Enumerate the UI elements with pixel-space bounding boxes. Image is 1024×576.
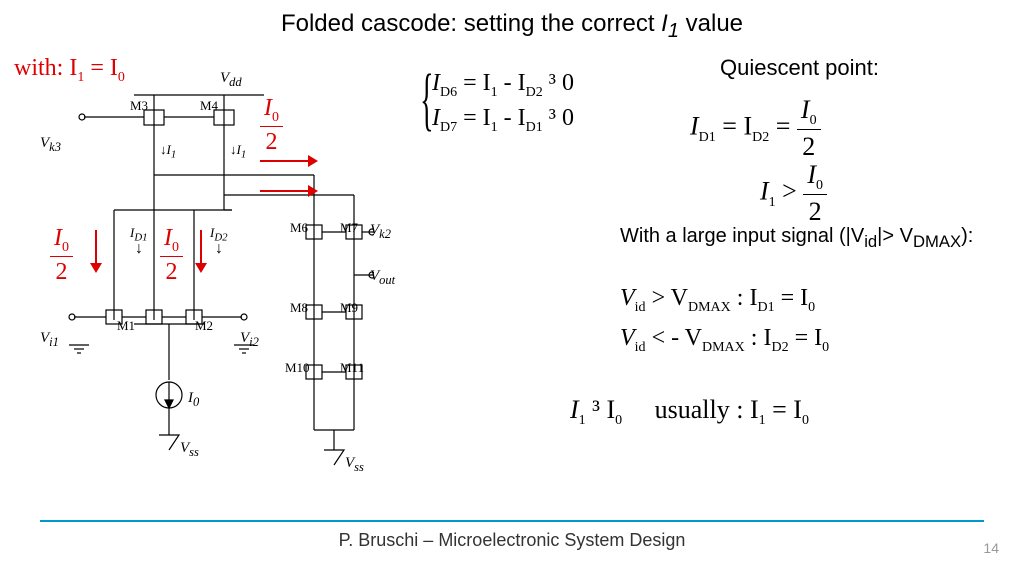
label-vout: Vout [370,268,395,288]
arrow-id2-small: ↓ [215,240,223,258]
label-m10: M10 [285,360,310,376]
label-vi2: Vi2 [240,330,259,350]
qp-title: Quiescent point: [720,55,879,81]
label-m6: M6 [290,220,308,236]
label-m1: M1 [117,318,135,334]
label-m11: M11 [340,360,364,376]
label-vk2: Vk2 [370,222,391,242]
label-m7: M7 [340,220,358,236]
label-i0: I0 [188,390,199,410]
annot-i0-2-mid: I02 [160,225,183,286]
large-signal-title: With a large input signal (|Vid|> VDMAX)… [620,225,980,252]
eq-cond1: Vid > VDMAX : ID1 = I0 [620,285,815,316]
eq-final: I1 ³ I0 usually : I1 = I0 [570,395,809,429]
label-m3: M3 [130,98,148,114]
label-vk3: Vk3 [40,135,61,155]
divider [40,520,984,522]
label-vdd: Vdd [220,70,242,90]
label-m8: M8 [290,300,308,316]
annot-i0-2-top: I02 [260,95,283,156]
label-i1a: ↓I1 [160,142,176,161]
label-vss1: Vss [180,440,199,460]
page-title: Folded cascode: setting the correct I1 v… [0,10,1024,43]
eq-qp2: I1 > I02 [760,160,827,227]
arrow-right-2 [260,190,310,192]
label-m2: M2 [195,318,213,334]
label-m4: M4 [200,98,218,114]
label-i1b: ↓I1 [230,142,246,161]
arrow-down-1 [95,230,97,265]
eq-id6: ID6 = I1 - ID2 ³ 0 [432,70,574,101]
eq-cond2: Vid < - VDMAX : ID2 = I0 [620,325,829,356]
arrow-right-1 [260,160,310,162]
arrow-id1-small: ↓ [135,240,143,258]
page-number: 14 [983,540,999,556]
label-vss2: Vss [345,455,364,475]
eq-id7: ID7 = I1 - ID1 ³ 0 [432,105,574,136]
footer-text: P. Bruschi – Microelectronic System Desi… [0,530,1024,551]
arrow-down-2 [200,230,202,265]
label-vi1: Vi1 [40,330,59,350]
label-m9: M9 [340,300,358,316]
annot-i0-2-left: I02 [50,225,73,286]
eq-qp1: ID1 = ID2 = I02 [690,95,821,162]
